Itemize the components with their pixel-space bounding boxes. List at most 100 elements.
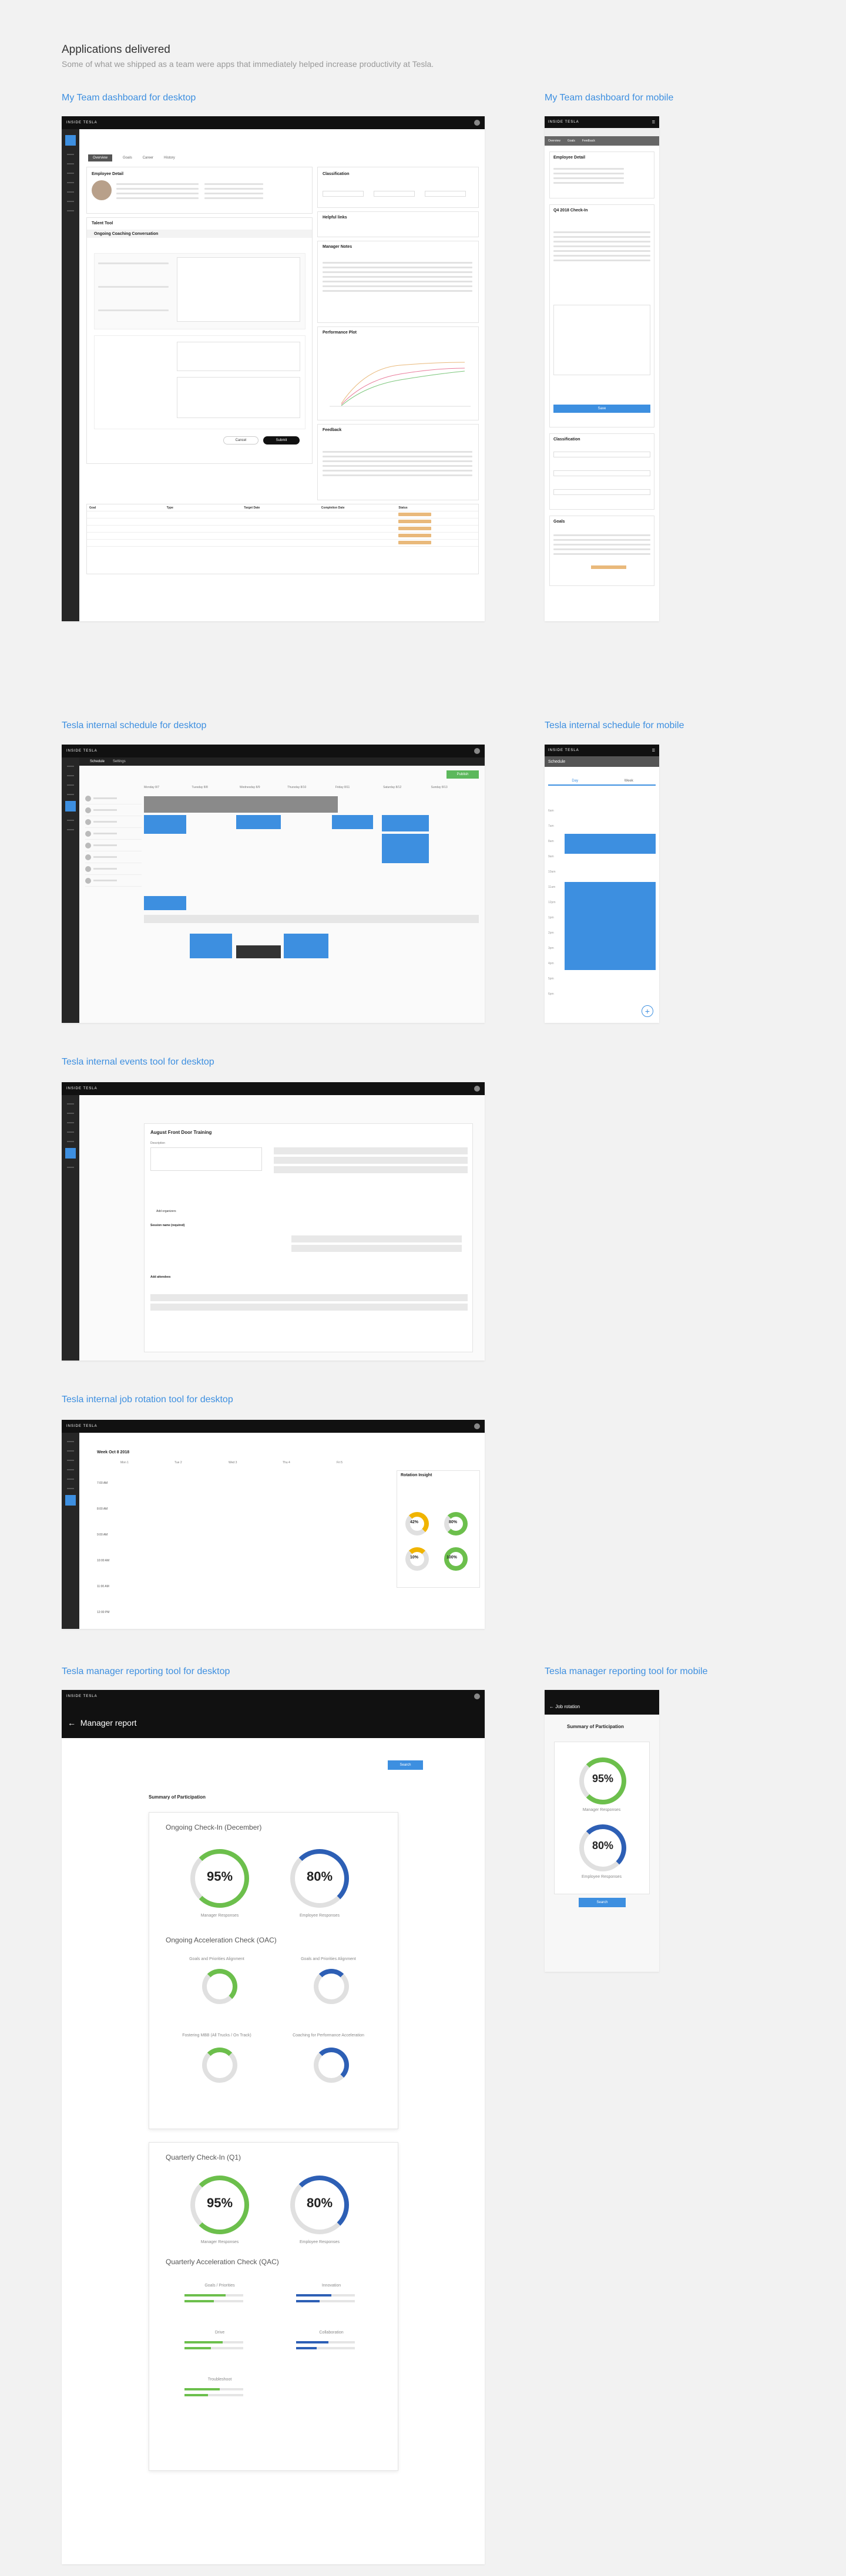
session-name-label: Session name (required) — [150, 1224, 185, 1227]
rail-active-icon[interactable] — [65, 1495, 76, 1506]
session-list — [291, 1235, 462, 1265]
team-dashboard-desktop: INSIDE TESLA Overview Goals Career Histo… — [62, 116, 485, 621]
tab-history[interactable]: History — [164, 156, 175, 160]
gauge-value: 10% — [410, 1555, 419, 1560]
tab-settings[interactable]: Settings — [113, 760, 126, 763]
checkin-card: Q4 2018 Check-In Save — [549, 204, 654, 427]
shift-block[interactable] — [382, 815, 429, 831]
top-bar: INSIDE TESLA — [62, 1082, 485, 1095]
add-icon[interactable]: + — [642, 1005, 653, 1017]
save-button[interactable]: Save — [553, 405, 650, 413]
classification-select[interactable] — [553, 452, 650, 457]
quarterly-checkin-title: Quarterly Check-In (Q1) — [166, 2153, 241, 2161]
shift-block[interactable] — [236, 815, 281, 829]
employee-label: Employee Responses — [581, 1875, 622, 1879]
back-icon[interactable]: ← — [549, 1704, 554, 1709]
response-field[interactable] — [553, 305, 650, 375]
tab-week[interactable]: Week — [602, 779, 656, 783]
tab-goals[interactable]: Goals — [123, 156, 132, 160]
menu-icon[interactable]: ☰ — [652, 120, 656, 124]
shift-block[interactable] — [565, 882, 656, 970]
list-item[interactable] — [85, 863, 142, 875]
events-desktop: INSIDE TESLA August Front Door Training … — [62, 1082, 485, 1361]
brand-logo: INSIDE TESLA — [548, 749, 579, 752]
top-bar: INSIDE TESLA — [62, 1420, 485, 1433]
table-row[interactable] — [87, 533, 478, 540]
shift-block[interactable] — [190, 934, 232, 958]
classification-select[interactable] — [425, 191, 466, 197]
search-button[interactable]: Search — [579, 1898, 626, 1907]
oac-item: Fostering MBB (All Trucks / On Track) — [182, 2033, 251, 2038]
rail-active-icon[interactable] — [65, 135, 76, 146]
list-item[interactable] — [85, 851, 142, 863]
response-field[interactable] — [177, 342, 300, 371]
helpful-links-card: Helpful links — [317, 211, 479, 237]
back-icon[interactable]: ← — [68, 1718, 76, 1728]
tab-overview[interactable]: Overview — [88, 154, 113, 161]
classification-select[interactable] — [323, 191, 364, 197]
avatar[interactable] — [474, 1086, 480, 1092]
tab-goals[interactable]: Goals — [568, 139, 575, 143]
goals-title: Goals — [553, 520, 565, 524]
tab-day[interactable]: Day — [548, 779, 602, 783]
manager-label: Manager Responses — [200, 1914, 239, 1918]
avatar[interactable] — [474, 120, 480, 126]
ongoing-checkin-title: Ongoing Check-In (December) — [166, 1823, 262, 1831]
event-title: August Front Door Training — [150, 1130, 212, 1135]
classification-select[interactable] — [374, 191, 415, 197]
table-row[interactable] — [87, 526, 478, 533]
gauge-value: 100% — [446, 1555, 457, 1560]
list-item[interactable] — [85, 840, 142, 851]
classification-select[interactable] — [553, 489, 650, 495]
report-header: INSIDE TESLA ← Manager report — [62, 1690, 485, 1738]
avatar[interactable] — [474, 748, 480, 754]
tab-schedule[interactable]: Schedule — [90, 760, 105, 763]
shift-block[interactable] — [144, 896, 186, 910]
list-item[interactable] — [85, 816, 142, 828]
manager-label: Manager Responses — [200, 2240, 239, 2244]
add-organizers-link[interactable]: Add organizers — [156, 1210, 176, 1213]
gauge-value: 42% — [410, 1520, 419, 1524]
cancel-button[interactable]: Cancel — [223, 436, 258, 445]
avatar[interactable] — [474, 1693, 480, 1699]
section-title-report-desktop: Tesla manager reporting tool for desktop — [62, 1666, 230, 1676]
avatar[interactable] — [474, 1423, 480, 1429]
employee-label: Employee Responses — [299, 1914, 340, 1918]
table-row[interactable] — [87, 540, 478, 547]
shift-block[interactable] — [144, 815, 186, 834]
summary-title: Summary of Participation — [149, 1794, 206, 1800]
shift-block[interactable] — [382, 834, 429, 863]
rail-active-icon[interactable] — [65, 1148, 76, 1159]
add-attendees-label: Add attendees — [150, 1275, 171, 1279]
list-item[interactable] — [85, 828, 142, 840]
tab-career[interactable]: Career — [143, 156, 153, 160]
table-row[interactable] — [87, 511, 478, 518]
coaching-title: Ongoing Coaching Conversation — [94, 232, 159, 236]
list-item[interactable] — [85, 793, 142, 804]
search-button[interactable]: Search — [388, 1760, 423, 1770]
description-field[interactable] — [150, 1147, 262, 1171]
side-rail — [62, 1095, 79, 1361]
table-row[interactable] — [87, 518, 478, 526]
menu-icon[interactable]: ☰ — [652, 749, 656, 753]
response-field[interactable] — [177, 257, 300, 322]
shift-block[interactable] — [236, 945, 281, 958]
submit-button[interactable]: Submit — [263, 436, 300, 445]
response-field[interactable] — [177, 377, 300, 418]
qac-item: Troubleshoot — [207, 2378, 232, 2382]
list-item[interactable] — [85, 875, 142, 887]
publish-button[interactable]: Publish — [446, 770, 479, 779]
shift-block[interactable] — [565, 834, 656, 854]
section-title-team-desktop: My Team dashboard for desktop — [62, 93, 196, 103]
classification-select[interactable] — [553, 470, 650, 476]
rail-active-icon[interactable] — [65, 801, 76, 811]
tab-feedback[interactable]: Feedback — [582, 139, 595, 143]
shift-block[interactable] — [284, 934, 328, 958]
side-rail — [62, 1433, 79, 1629]
shift-block[interactable] — [332, 815, 373, 829]
employee-pct: 80% — [592, 1840, 614, 1851]
tab-overview[interactable]: Overview — [548, 139, 560, 143]
list-item[interactable] — [85, 804, 142, 816]
classification-title: Classification — [553, 437, 580, 442]
schedule-mobile: INSIDE TESLA ☰ Schedule Day Week 6am 7am 8a… — [545, 745, 659, 1023]
